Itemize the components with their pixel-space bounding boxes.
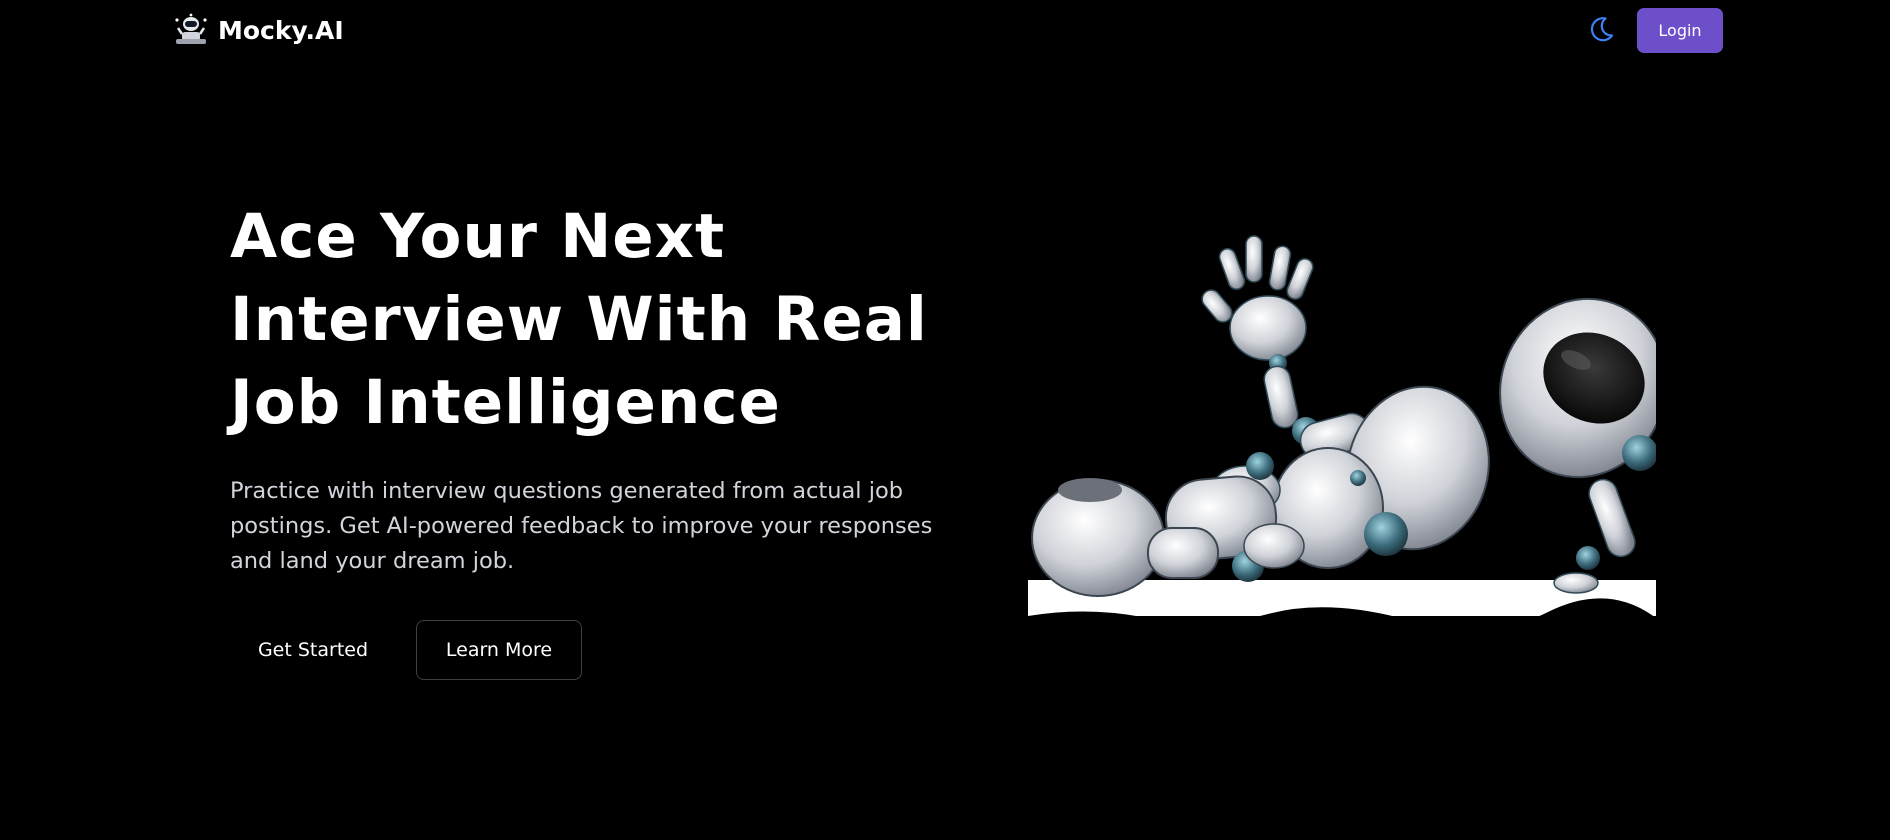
landing-page: Mocky.AI Login Ace Your Next Interview W… <box>0 0 1890 840</box>
hero-title-line-1: Ace Your Next <box>230 201 726 272</box>
login-button[interactable]: Login <box>1637 8 1723 53</box>
brand-name: Mocky.AI <box>218 15 344 45</box>
moon-icon <box>1586 14 1616 48</box>
navbar: Mocky.AI Login <box>0 0 1890 62</box>
robot-illustration-icon <box>1028 228 1667 630</box>
get-started-button[interactable]: Get Started <box>230 620 396 680</box>
learn-more-button[interactable]: Learn More <box>416 620 582 680</box>
robot-logo-icon <box>172 12 210 48</box>
hero-title-line-2: Interview With Real <box>230 284 928 355</box>
hero-subtitle: Practice with interview questions genera… <box>230 478 933 574</box>
hero-title: Ace Your Next Interview With Real Job In… <box>230 195 930 444</box>
hero-title-line-3: Job Intelligence <box>230 367 781 438</box>
theme-toggle-button[interactable] <box>1586 16 1616 46</box>
brand-link[interactable]: Mocky.AI <box>172 12 344 48</box>
